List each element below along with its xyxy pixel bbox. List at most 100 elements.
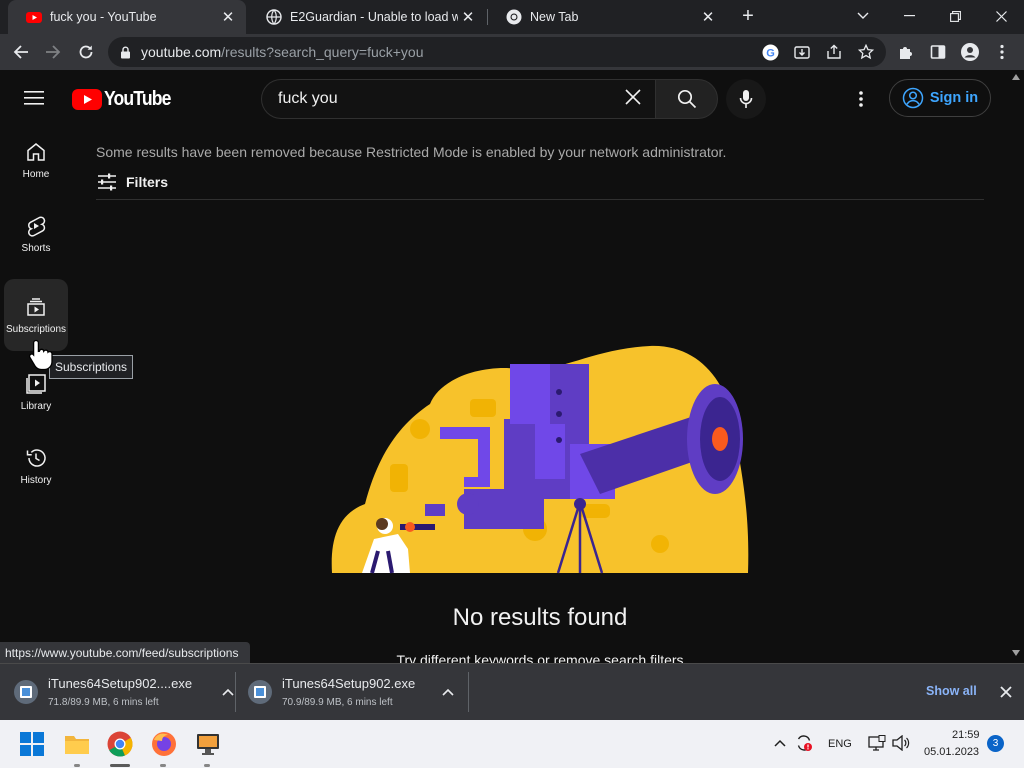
close-window-icon[interactable] <box>978 0 1024 32</box>
filters-button[interactable]: Filters <box>96 170 168 194</box>
reload-icon[interactable] <box>72 38 100 66</box>
tab-youtube[interactable]: fuck you - YouTube ✕ <box>8 0 246 34</box>
profile-icon[interactable] <box>960 42 980 62</box>
search-query: fuck you <box>278 90 338 107</box>
hamburger-menu-icon[interactable] <box>24 90 46 108</box>
guide-item-history[interactable]: History <box>4 430 68 502</box>
download-filename: iTunes64Setup902....exe <box>48 676 193 691</box>
chrome-taskbar-icon[interactable] <box>104 728 136 760</box>
share-icon[interactable] <box>824 42 844 62</box>
clear-search-icon[interactable] <box>625 88 641 110</box>
url-path: /results?search_query=fuck+you <box>221 44 424 60</box>
svg-text:G: G <box>766 47 775 59</box>
download-item[interactable]: iTunes64Setup902....exe 71.8/89.9 MB, 6 … <box>14 664 234 720</box>
back-arrow-icon[interactable] <box>7 38 35 66</box>
show-all-downloads-link[interactable]: Show all <box>926 684 977 698</box>
tab-title: fuck you - YouTube <box>50 10 157 24</box>
filters-label: Filters <box>126 174 169 190</box>
restore-icon[interactable] <box>932 0 978 32</box>
download-item[interactable]: iTunes64Setup902.exe 70.9/89.9 MB, 6 min… <box>248 664 454 720</box>
volume-icon[interactable] <box>892 735 910 751</box>
firefox-icon[interactable] <box>148 728 180 760</box>
youtube-logo[interactable]: YouTube <box>72 87 180 111</box>
minimize-icon[interactable] <box>886 0 932 32</box>
notification-badge[interactable]: 3 <box>987 735 1004 752</box>
no-results-illustration <box>331 345 749 574</box>
browser-tab-strip: fuck you - YouTube ✕ E2Guardian - Unable… <box>0 0 1024 34</box>
chrome-icon <box>506 9 522 25</box>
search-input[interactable]: fuck you <box>261 79 655 119</box>
guide-item-shorts[interactable]: Shorts <box>4 198 68 270</box>
chrome-menu-icon[interactable] <box>992 42 1012 62</box>
lock-icon[interactable] <box>120 46 131 59</box>
chevron-up-icon[interactable] <box>222 688 234 696</box>
tray-expand-icon[interactable] <box>774 739 786 747</box>
new-tab-icon[interactable]: + <box>725 0 771 32</box>
youtube-page: YouTube fuck you Sign in Home Shorts Sub… <box>0 70 1008 663</box>
bookmark-star-icon[interactable] <box>856 42 876 62</box>
tab-e2guardian[interactable]: E2Guardian - Unable to load web ✕ <box>248 0 486 34</box>
no-results-title: No results found <box>452 604 628 631</box>
youtube-favicon-icon <box>26 12 42 23</box>
account-circle-icon <box>902 87 924 109</box>
microphone-icon <box>739 90 753 108</box>
guide-label: History <box>20 474 52 486</box>
download-progress: 71.8/89.9 MB, 6 mins left <box>48 697 159 708</box>
download-separator <box>235 672 236 712</box>
status-bar-url: https://www.youtube.com/feed/subscriptio… <box>0 642 250 664</box>
windows-taskbar: ENG 21:59 05.01.2023 3 <box>0 720 1024 768</box>
installer-file-icon <box>14 680 38 704</box>
tab-search-chevron-icon[interactable] <box>840 0 886 32</box>
install-app-icon[interactable] <box>792 42 812 62</box>
network-icon[interactable] <box>868 735 886 751</box>
restricted-mode-notice: Some results have been removed because R… <box>96 144 727 160</box>
subscriptions-icon <box>27 297 45 316</box>
tab-close-icon[interactable]: ✕ <box>458 8 478 26</box>
taskbar-indicator-active <box>110 764 130 767</box>
globe-icon <box>266 9 282 25</box>
language-indicator[interactable]: ENG <box>828 738 852 750</box>
url-host: youtube.com <box>141 44 222 60</box>
clock-date[interactable]: 05.01.2023 <box>924 746 979 758</box>
download-separator <box>468 672 469 712</box>
filters-icon <box>98 173 116 191</box>
results-divider <box>96 199 984 200</box>
download-progress: 70.9/89.9 MB, 6 mins left <box>282 697 393 708</box>
google-lens-icon[interactable]: G <box>760 42 780 62</box>
youtube-logo-icon <box>72 88 102 110</box>
installer-file-icon <box>248 680 272 704</box>
remote-desktop-icon[interactable] <box>192 728 224 760</box>
guide-item-home[interactable]: Home <box>4 124 68 196</box>
taskbar-indicator <box>74 764 80 767</box>
browser-toolbar: youtube.com/results?search_query=fuck+yo… <box>0 34 1024 70</box>
shorts-icon <box>28 215 46 237</box>
tab-title: New Tab <box>530 10 579 24</box>
download-filename: iTunes64Setup902.exe <box>282 676 416 691</box>
windows-start-icon[interactable] <box>16 728 48 760</box>
chevron-up-icon[interactable] <box>442 688 454 696</box>
sync-error-icon[interactable] <box>795 734 813 752</box>
close-shelf-icon[interactable] <box>1000 686 1012 698</box>
tab-close-icon[interactable]: ✕ <box>698 8 718 26</box>
settings-dots-icon[interactable] <box>856 90 866 108</box>
forward-arrow-icon[interactable] <box>39 38 67 66</box>
tab-new-tab[interactable]: New Tab ✕ <box>488 0 726 34</box>
history-icon <box>26 448 46 467</box>
voice-search-button[interactable] <box>726 79 766 119</box>
subscriptions-tooltip: Subscriptions <box>49 355 133 379</box>
extensions-icon[interactable] <box>896 42 916 62</box>
sign-in-button[interactable]: Sign in <box>889 79 991 117</box>
file-explorer-icon[interactable] <box>61 728 93 760</box>
side-panel-icon[interactable] <box>928 42 948 62</box>
hand-cursor-icon <box>28 339 53 370</box>
search-button[interactable] <box>655 79 718 119</box>
clock-time[interactable]: 21:59 <box>952 729 980 741</box>
scroll-down-icon[interactable] <box>1012 650 1020 656</box>
search-icon <box>677 89 696 109</box>
page-scrollbar[interactable] <box>1008 70 1024 663</box>
library-icon <box>26 373 46 394</box>
download-shelf: iTunes64Setup902....exe 71.8/89.9 MB, 6 … <box>0 663 1024 720</box>
scroll-up-icon[interactable] <box>1012 74 1020 80</box>
sign-in-label: Sign in <box>929 90 979 106</box>
tab-close-icon[interactable]: ✕ <box>218 8 238 26</box>
